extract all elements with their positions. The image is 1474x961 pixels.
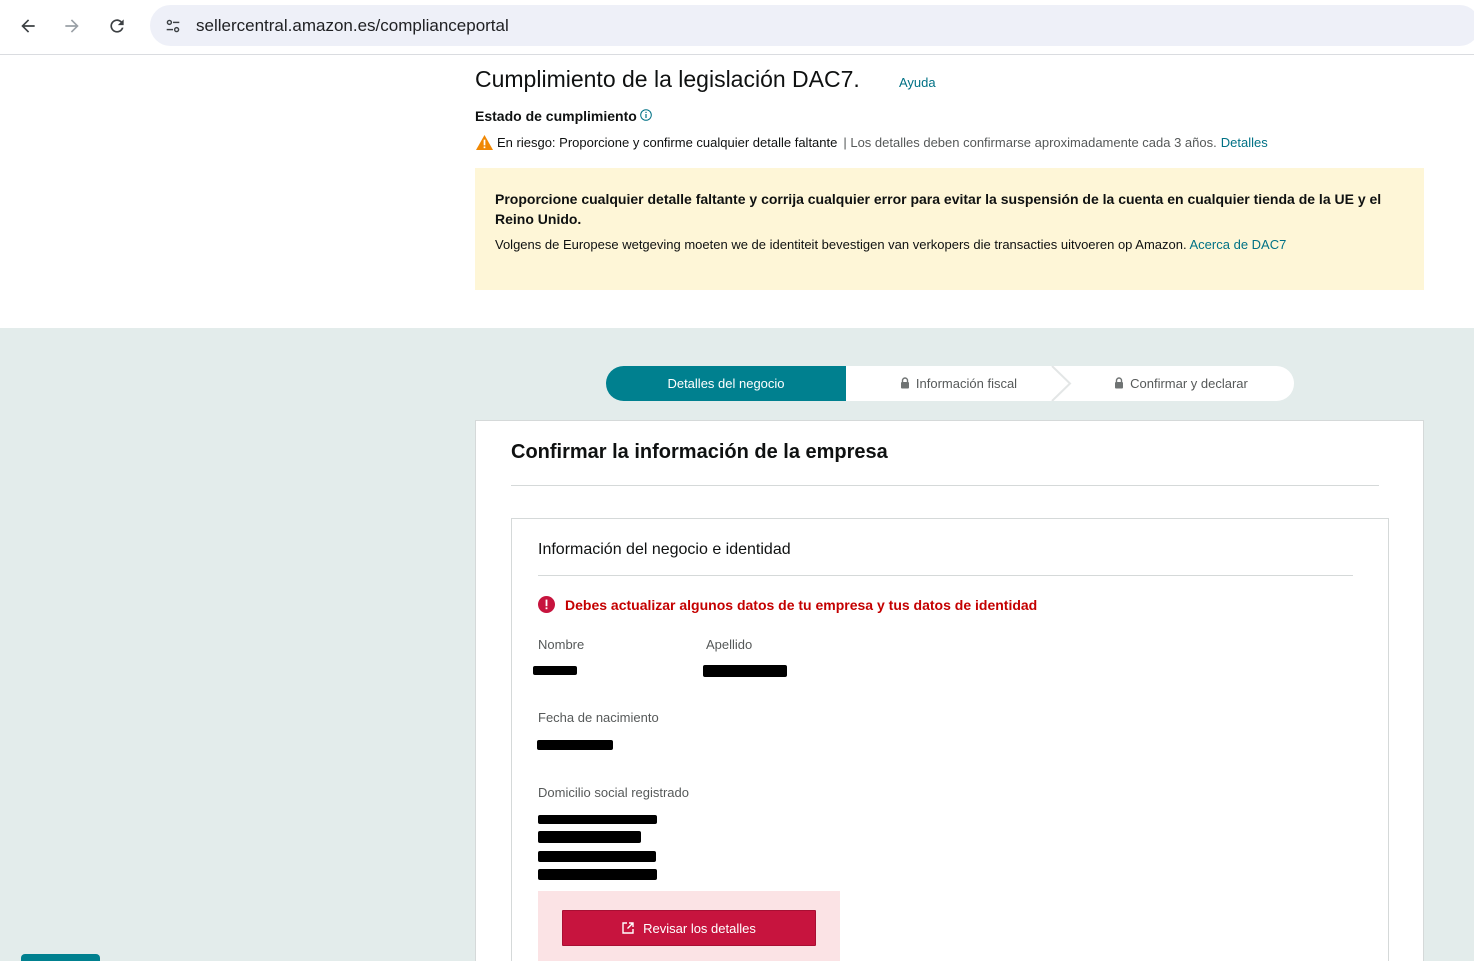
business-identity-section: Información del negocio e identidad Debe… (511, 518, 1389, 961)
section-title: Información del negocio e identidad (538, 541, 791, 558)
address-bar[interactable]: sellercentral.amazon.es/complianceportal (150, 5, 1474, 46)
dob-label: Fecha de nacimiento (538, 710, 659, 725)
update-required-error: Debes actualizar algunos datos de tu emp… (538, 596, 1037, 613)
divider (511, 485, 1379, 486)
last-name-value-redacted (703, 665, 787, 677)
first-name-label: Nombre (538, 637, 585, 652)
back-arrow-icon[interactable] (10, 8, 46, 44)
about-dac7-link[interactable]: Acerca de DAC7 (1190, 237, 1287, 252)
step-active-arrow (826, 366, 846, 400)
error-text: Debes actualizar algunos datos de tu emp… (565, 596, 1038, 613)
warning-icon (476, 134, 493, 151)
details-link[interactable]: Detalles (1221, 135, 1268, 150)
alert-body-text: Volgens de Europese wetgeving moeten we … (495, 237, 1187, 252)
review-details-button[interactable]: Revisar los detalles (562, 910, 816, 946)
site-settings-icon[interactable] (160, 13, 186, 39)
step-confirm-declare-label: Confirmar y declarar (1130, 376, 1248, 391)
address-line-redacted (538, 815, 657, 824)
feedback-tab[interactable] (21, 954, 100, 961)
step-tax-info[interactable]: Información fiscal (866, 366, 1051, 401)
review-action-area: Revisar los detalles (538, 891, 840, 961)
lock-icon (900, 376, 909, 388)
step-business-details-label: Detalles del negocio (667, 376, 785, 391)
step-separator-icon (1051, 366, 1072, 401)
help-link[interactable]: Ayuda (899, 75, 936, 90)
compliance-status-label: Estado de cumplimiento (475, 108, 637, 124)
step-confirm-declare[interactable]: Confirmar y declarar (1076, 366, 1286, 401)
review-details-label: Revisar los detalles (643, 920, 756, 936)
step-business-details[interactable]: Detalles del negocio (606, 366, 846, 401)
alert-heading: Proporcione cualquier detalle faltante y… (495, 191, 1382, 227)
step-tax-info-label: Información fiscal (915, 376, 1018, 391)
address-line-redacted (538, 869, 657, 880)
external-link-icon (622, 922, 634, 934)
first-name-value-redacted (533, 666, 577, 675)
info-icon[interactable] (640, 109, 652, 121)
alert-body: Volgens de Europese wetgeving moeten we … (495, 237, 1286, 252)
address-line-redacted (538, 851, 656, 862)
page-title: Cumplimiento de la legislación DAC7. (475, 66, 860, 92)
address-label: Domicilio social registrado (538, 785, 689, 800)
dob-value-redacted (537, 740, 613, 750)
confirmation-note: | Los detalles deben confirmarse aproxim… (843, 135, 1217, 150)
compliance-status-row: En riesgo: Proporcione y confirme cualqu… (475, 134, 1268, 151)
progress-stepper: Detalles del negocio Información fiscal … (606, 366, 1294, 401)
last-name-label: Apellido (706, 637, 753, 652)
card-title: Confirmar la información de la empresa (511, 441, 888, 463)
forward-arrow-icon[interactable] (54, 8, 90, 44)
company-info-card: Confirmar la información de la empresa I… (475, 420, 1424, 961)
compliance-alert-banner: Proporcione cualquier detalle faltante y… (475, 168, 1424, 290)
error-icon (538, 596, 555, 613)
divider (538, 575, 1353, 576)
risk-status-text: En riesgo: Proporcione y confirme cualqu… (497, 135, 838, 150)
browser-toolbar: sellercentral.amazon.es/complianceportal (0, 0, 1474, 55)
lock-icon (1115, 376, 1124, 388)
address-line-redacted (538, 831, 641, 843)
url-text[interactable]: sellercentral.amazon.es/complianceportal (196, 16, 509, 36)
reload-icon[interactable] (99, 8, 135, 44)
